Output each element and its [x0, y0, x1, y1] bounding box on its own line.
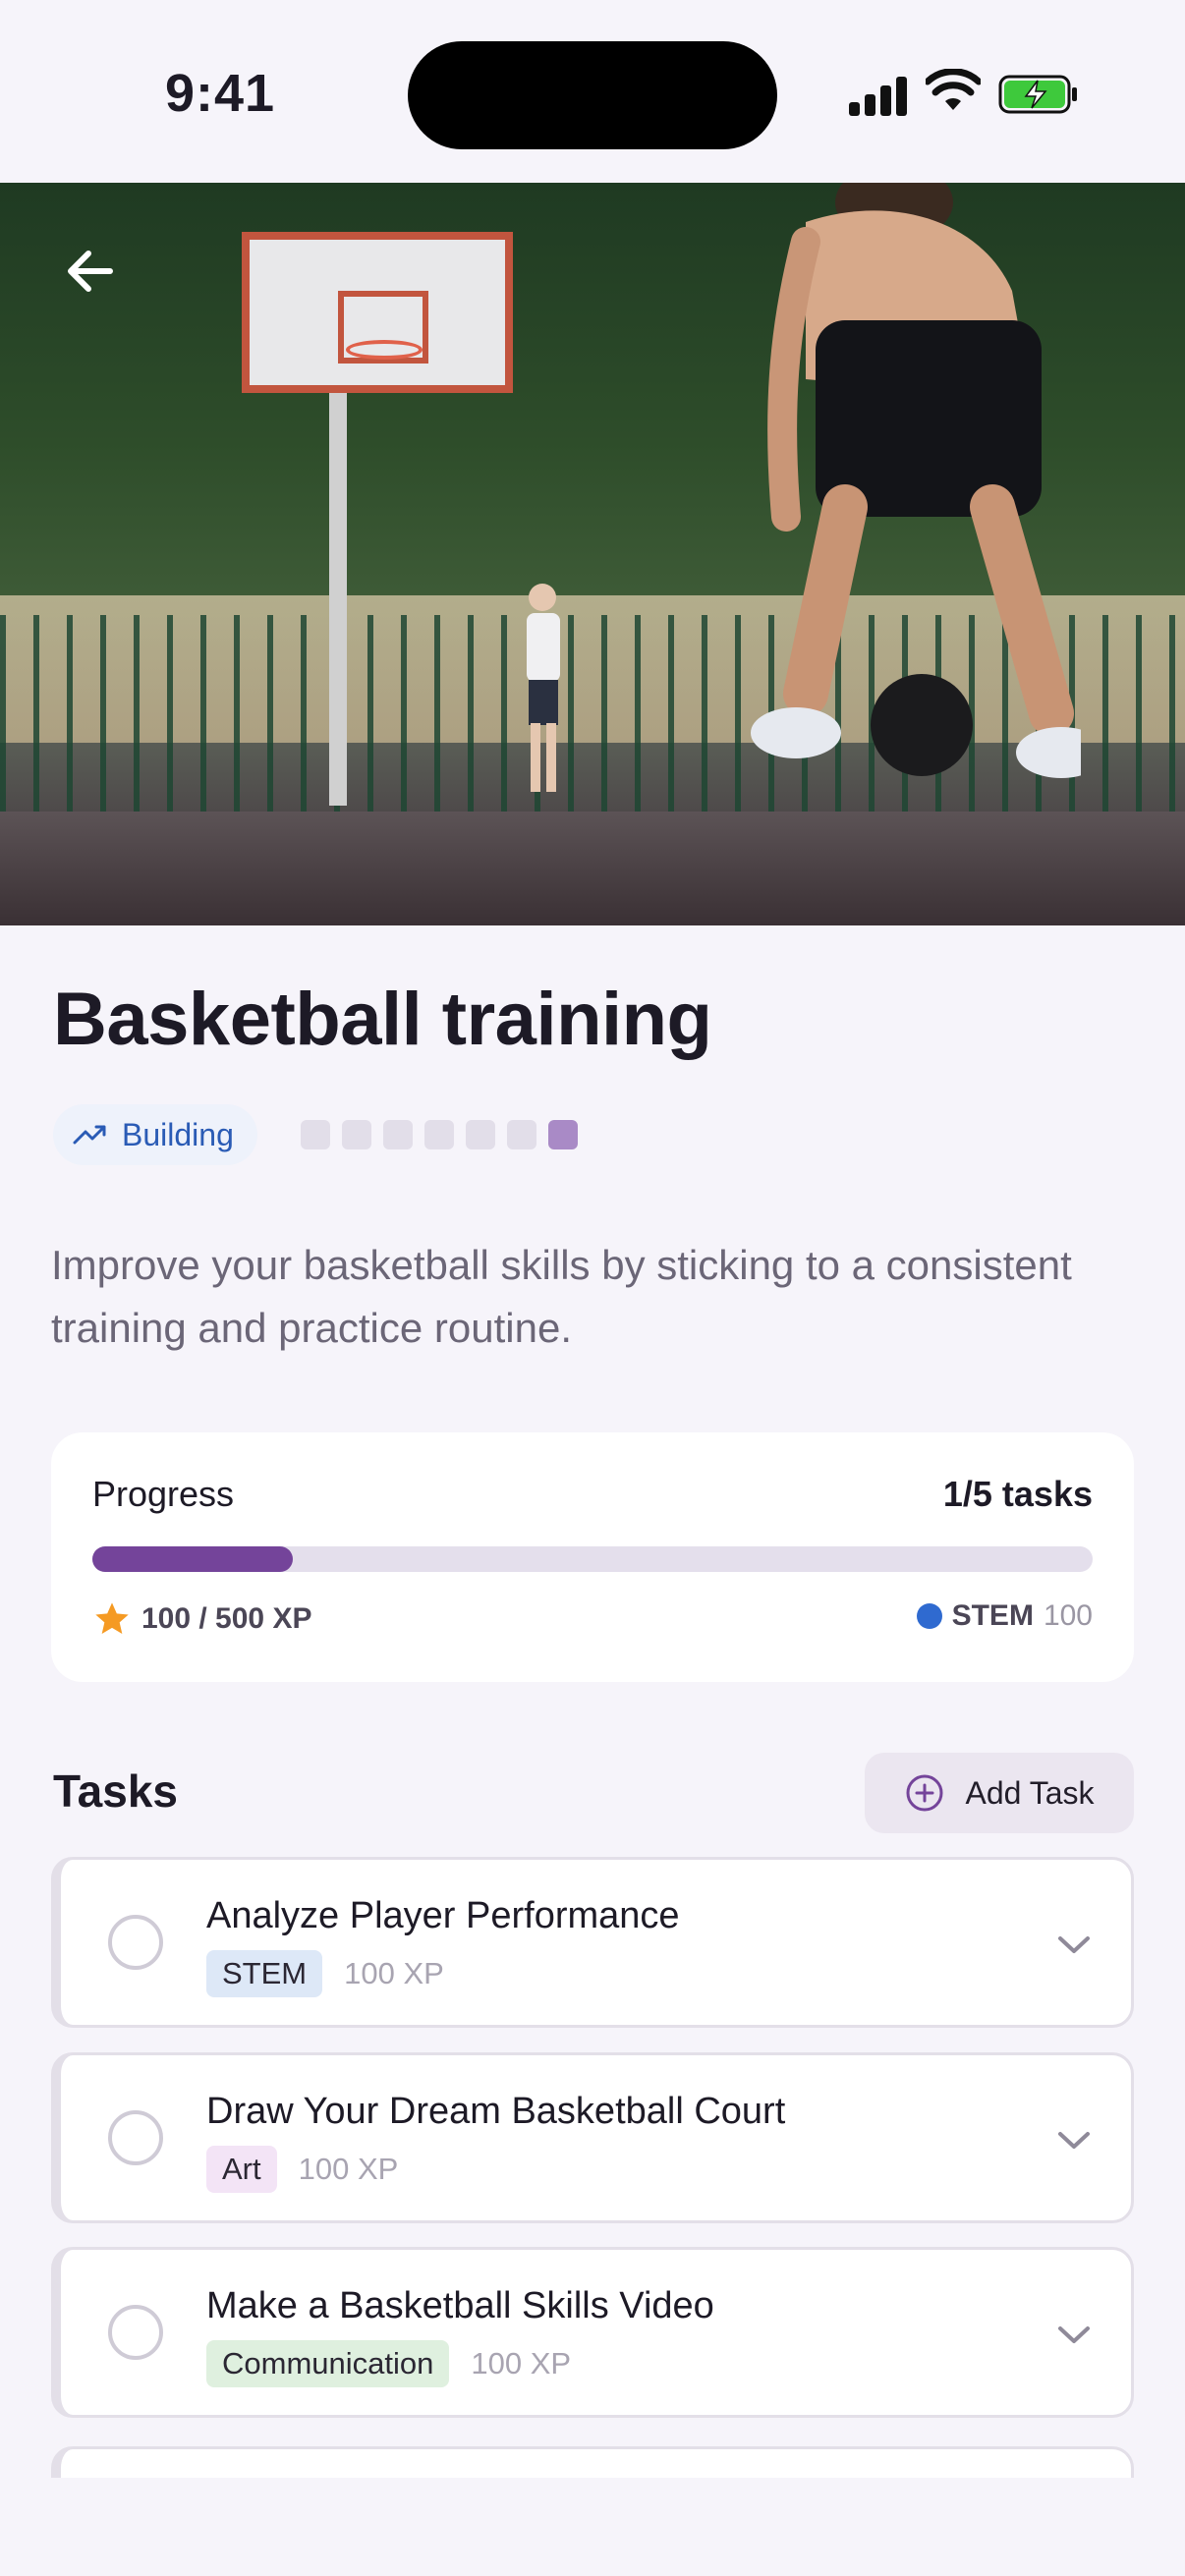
task-checkbox[interactable] [108, 2305, 163, 2360]
stage-step [507, 1120, 536, 1149]
tasks-heading: Tasks [53, 1765, 179, 1817]
stage-step [383, 1120, 413, 1149]
stage-step [424, 1120, 454, 1149]
stage-step [301, 1120, 330, 1149]
stage-badge-label: Building [122, 1116, 234, 1152]
progress-task-count: 1/5 tasks [942, 1474, 1093, 1514]
stage-step [342, 1120, 371, 1149]
add-task-label: Add Task [965, 1774, 1095, 1811]
task-checkbox[interactable] [108, 1915, 163, 1970]
category-dot-icon [916, 1603, 942, 1629]
task-name: Make a Basketball Skills Video [206, 2285, 714, 2326]
dynamic-island [408, 41, 777, 149]
task-xp: 100 XP [344, 1956, 444, 1990]
task-name: Draw Your Dream Basketball Court [206, 2091, 786, 2132]
xp-total: 100 / 500 XP [92, 1599, 311, 1639]
task-card[interactable]: Make a Basketball Skills Video Communica… [51, 2247, 1134, 2418]
back-arrow-icon[interactable] [63, 244, 118, 299]
status-bar: 9:41 [0, 0, 1185, 183]
task-checkbox[interactable] [108, 2110, 163, 2165]
chevron-down-icon[interactable] [1054, 2315, 1094, 2354]
category-value: 100 [1043, 1599, 1093, 1632]
wifi-icon [926, 69, 981, 110]
cellular-signal-icon [849, 75, 908, 116]
bottom-area [0, 2478, 1185, 2576]
plus-circle-icon [906, 1774, 943, 1812]
stage-progress-steps [301, 1120, 578, 1149]
trending-up-icon [73, 1125, 106, 1145]
task-xp: 100 XP [298, 2152, 399, 2186]
task-name: Analyze Player Performance [206, 1895, 680, 1936]
star-icon [95, 1602, 129, 1634]
page-title: Basketball training [53, 978, 712, 1061]
progress-bar-fill [92, 1546, 293, 1572]
task-category-chip: STEM [206, 1950, 323, 1997]
progress-label: Progress [92, 1474, 235, 1514]
status-time: 9:41 [165, 64, 276, 123]
stage-step-current [548, 1120, 578, 1149]
stage-step [466, 1120, 495, 1149]
category-name: STEM [951, 1599, 1034, 1632]
task-category-chip: Art [206, 2146, 277, 2193]
task-xp: 100 XP [471, 2346, 572, 2380]
page-description: Improve your basketball skills by sticki… [51, 1242, 1072, 1351]
progress-bar [92, 1546, 1093, 1572]
category-xp: STEM 100 [916, 1599, 1093, 1633]
hero-image [0, 183, 1185, 925]
stage-badge: Building [53, 1104, 257, 1165]
task-card[interactable]: Draw Your Dream Basketball Court Art 100… [51, 2052, 1134, 2223]
chevron-down-icon[interactable] [1054, 1925, 1094, 1964]
chevron-down-icon[interactable] [1054, 2120, 1094, 2159]
task-card[interactable]: Analyze Player Performance STEM 100 XP [51, 1857, 1134, 2028]
battery-charging-icon [998, 75, 1077, 114]
xp-total-text: 100 / 500 XP [141, 1602, 312, 1635]
task-category-chip: Communication [206, 2340, 450, 2387]
add-task-button[interactable]: Add Task [865, 1753, 1134, 1833]
progress-card: Progress 1/5 tasks 100 / 500 XP STEM 100 [51, 1432, 1134, 1682]
